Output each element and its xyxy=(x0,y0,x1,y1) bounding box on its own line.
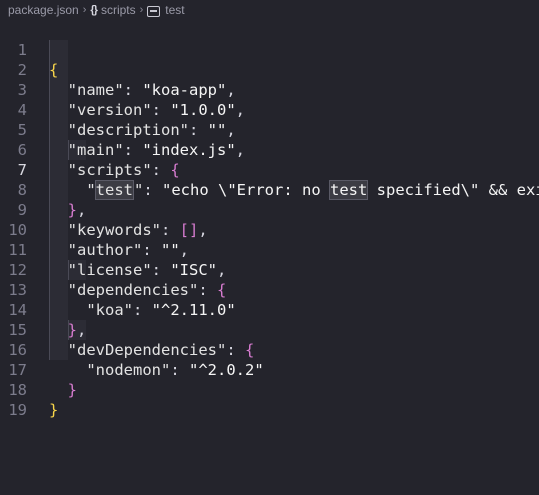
code-line[interactable]: 8 }, xyxy=(0,160,539,219)
code-line[interactable]: 12 "dependencies": { xyxy=(0,240,539,299)
code-line[interactable]: 3 "version": "1.0.0", xyxy=(0,60,539,119)
code-line[interactable]: 5 "main": "index.js", xyxy=(0,100,539,159)
json-object-icon: {} xyxy=(90,4,98,16)
code-line[interactable]: 10 "author": "", xyxy=(0,200,539,259)
brace: } xyxy=(49,401,59,419)
code-line[interactable]: 13 "koa": "^2.11.0" xyxy=(0,260,539,319)
line-number: 19 xyxy=(8,401,27,419)
code-line[interactable]: 15 "devDependencies": { xyxy=(0,300,539,359)
code-line[interactable]: 16 "nodemon": "^2.0.2" xyxy=(0,320,539,379)
code-line[interactable]: 4 "description": "", xyxy=(0,80,539,139)
code-line[interactable]: 6 "scripts": { xyxy=(0,120,539,179)
code-line[interactable]: 9 "keywords": [], xyxy=(0,180,539,239)
code-line[interactable]: 17 } xyxy=(0,340,539,399)
code-line[interactable]: 14 }, xyxy=(0,280,539,339)
breadcrumb-scripts[interactable]: scripts xyxy=(101,3,136,17)
code-line-active[interactable]: 7 "test": "echo \"Error: no test specifi… xyxy=(0,140,539,200)
chevron-right-icon: › xyxy=(82,4,87,16)
code-editor[interactable]: 1 { 2 "name": "koa-app", 3 "version": "1… xyxy=(0,20,539,495)
chevron-right-icon: › xyxy=(139,4,144,16)
breadcrumb-test[interactable]: test xyxy=(165,3,184,17)
string-key-icon xyxy=(147,5,161,17)
code-line[interactable]: 18 } xyxy=(0,360,539,419)
breadcrumb: package.json › {} scripts › test xyxy=(0,0,539,20)
breadcrumb-file[interactable]: package.json xyxy=(8,3,79,17)
code-line[interactable]: 11 "license": "ISC", xyxy=(0,220,539,279)
code-line[interactable]: 1 { xyxy=(0,20,539,79)
code-line[interactable]: 2 "name": "koa-app", xyxy=(0,40,539,99)
code-line[interactable]: 19 xyxy=(0,380,539,419)
